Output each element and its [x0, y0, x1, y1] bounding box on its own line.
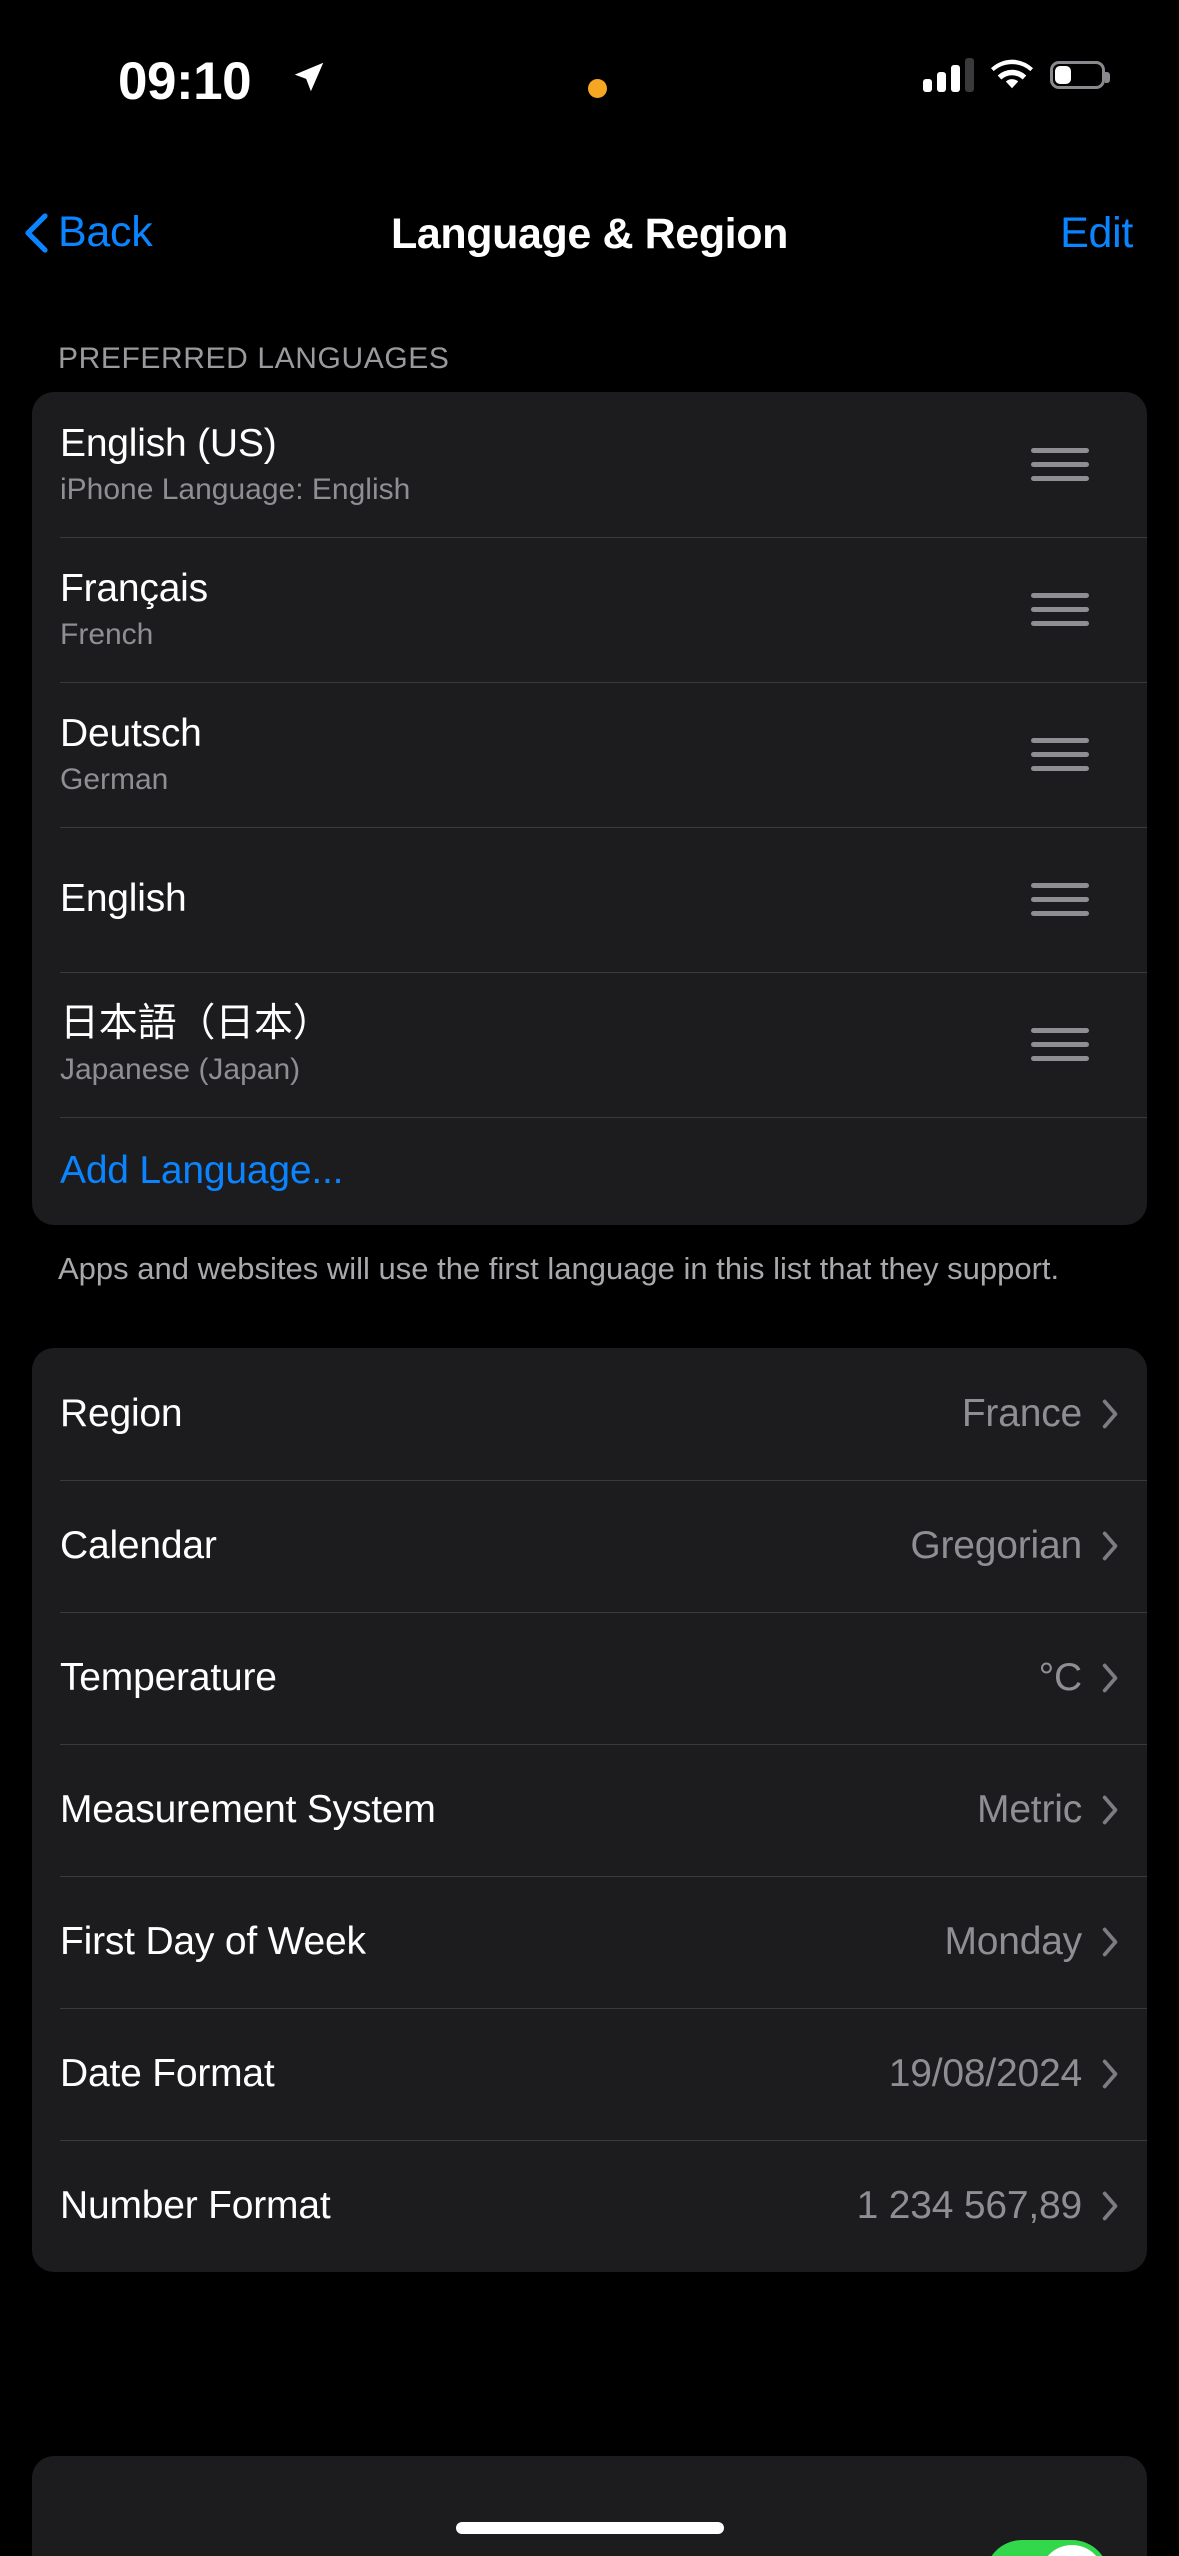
language-title: English (US) — [60, 421, 277, 465]
navigation-bar: Back Language & Region Edit — [0, 180, 1179, 290]
location-arrow-icon — [294, 62, 324, 92]
settings-row-value: 19/08/2024 — [888, 2051, 1082, 2095]
settings-row-number-format[interactable]: Number Format 1 234 567,89 — [32, 2139, 1147, 2272]
region-settings-card: Region France Calendar Gregorian Tempera… — [32, 1347, 1147, 2272]
settings-row-value: °C — [1038, 1655, 1083, 1699]
language-subtitle: Japanese (Japan) — [60, 1052, 301, 1086]
page-title: Language & Region — [391, 210, 788, 258]
reorder-handle-icon[interactable] — [1031, 738, 1089, 771]
settings-row-value: France — [961, 1391, 1082, 1435]
partial-settings-card — [32, 2456, 1147, 2556]
list-item[interactable]: 日本語（日本） Japanese (Japan) — [32, 972, 1147, 1117]
reorder-handle-icon[interactable] — [1031, 448, 1089, 481]
reorder-handle-icon[interactable] — [1031, 883, 1089, 916]
list-item[interactable]: Deutsch German — [32, 682, 1147, 827]
chevron-right-icon — [1102, 1399, 1118, 1429]
settings-row-label: Date Format — [60, 2051, 275, 2095]
settings-row-value: 1 234 567,89 — [856, 2183, 1083, 2227]
settings-row-region[interactable]: Region France — [32, 1348, 1147, 1480]
settings-row-label: Number Format — [60, 2183, 331, 2227]
toggle-switch-on-icon[interactable] — [985, 2540, 1109, 2556]
settings-row-date-format[interactable]: Date Format 19/08/2024 — [32, 2007, 1147, 2140]
settings-row-value: Gregorian — [910, 1523, 1082, 1567]
home-indicator[interactable] — [455, 2522, 724, 2534]
preferred-languages-card: English (US) iPhone Language: English Fr… — [32, 392, 1147, 1225]
status-bar: 09:10 — [0, 0, 1179, 125]
reorder-handle-icon[interactable] — [1031, 593, 1089, 626]
settings-row-label: Measurement System — [60, 1787, 436, 1831]
language-subtitle: French — [60, 617, 154, 651]
status-bar-indicators — [923, 55, 1110, 95]
settings-row-value: Monday — [944, 1919, 1082, 1963]
iphone-settings-screen: 09:10 Back Language & Region Edit PREFER… — [0, 0, 1179, 2556]
language-subtitle: German — [60, 762, 169, 796]
list-item[interactable]: English (US) iPhone Language: English — [32, 392, 1147, 537]
settings-row-value: Metric — [977, 1787, 1082, 1831]
language-title: 日本語（日本） — [60, 1001, 332, 1045]
edit-button[interactable]: Edit — [1060, 209, 1133, 258]
settings-row-measurement-system[interactable]: Measurement System Metric — [32, 1743, 1147, 1876]
settings-row-label: Temperature — [60, 1655, 277, 1699]
language-title: English — [60, 877, 187, 921]
chevron-right-icon — [1102, 1531, 1118, 1561]
chevron-right-icon — [1102, 1663, 1118, 1693]
preferred-languages-footer-note: Apps and websites will use the first lan… — [58, 1251, 1060, 1286]
add-language-label: Add Language... — [60, 1149, 344, 1192]
language-title: Français — [60, 566, 208, 610]
language-subtitle: iPhone Language: English — [60, 472, 411, 506]
settings-row-label: First Day of Week — [60, 1919, 366, 1963]
orange-privacy-dot-icon — [588, 79, 607, 98]
add-language-button[interactable]: Add Language... — [32, 1117, 1147, 1225]
settings-row-label: Calendar — [60, 1523, 217, 1567]
chevron-right-icon — [1102, 1927, 1118, 1957]
chevron-right-icon — [1102, 2191, 1118, 2221]
settings-row-label: Region — [60, 1391, 183, 1435]
settings-row-temperature[interactable]: Temperature °C — [32, 1611, 1147, 1744]
language-title: Deutsch — [60, 711, 202, 755]
settings-content: PREFERRED LANGUAGES English (US) iPhone … — [0, 290, 1179, 2272]
chevron-right-icon — [1102, 1795, 1118, 1825]
wifi-icon — [991, 59, 1033, 89]
settings-row-calendar[interactable]: Calendar Gregorian — [32, 1479, 1147, 1612]
preferred-languages-header: PREFERRED LANGUAGES — [58, 342, 450, 375]
list-item[interactable]: English — [32, 827, 1147, 972]
list-item[interactable]: Français French — [32, 537, 1147, 682]
chevron-right-icon — [1102, 2059, 1118, 2089]
cellular-signal-icon — [923, 58, 974, 92]
reorder-handle-icon[interactable] — [1031, 1028, 1089, 1061]
status-bar-time: 09:10 — [118, 52, 252, 111]
battery-icon — [1050, 61, 1110, 89]
settings-row-first-day-of-week[interactable]: First Day of Week Monday — [32, 1875, 1147, 2008]
